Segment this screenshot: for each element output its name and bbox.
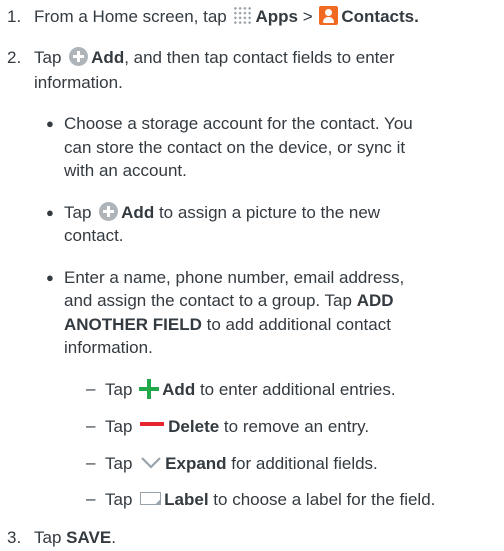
separator: >	[302, 7, 313, 26]
bullet-text: information.	[64, 338, 153, 357]
apps-grid-icon	[233, 6, 253, 26]
step-number: 3.	[7, 528, 22, 547]
bullet-text: can store the contact on the device, or …	[64, 138, 406, 157]
sub-text: to enter additional entries.	[199, 380, 396, 399]
instructions-page: { "steps": [ { "number": "1.", "text_a":…	[0, 0, 504, 551]
sub-text: Tap	[105, 454, 133, 473]
add-another-field-label: ADD	[356, 291, 394, 310]
sub-text: for additional fields.	[231, 454, 378, 473]
sub-text: Tap	[105, 380, 133, 399]
step-number: 2.	[7, 48, 22, 67]
add-circle-icon	[69, 47, 89, 67]
add-another-field-label: ANOTHER FIELD	[64, 315, 202, 334]
add-label: Add	[91, 48, 125, 67]
bullet-text-line: ANOTHER FIELD to add additional contact	[64, 315, 391, 335]
dash-symbol: –	[86, 379, 96, 398]
sub-text: to remove an entry.	[223, 417, 370, 436]
add-circle-icon	[99, 202, 119, 222]
bullet-symbol: ●	[46, 270, 54, 285]
bullet-text: contact.	[64, 226, 124, 245]
sub-text: to choose a label for the field.	[213, 490, 436, 509]
contacts-label: Contacts	[341, 7, 415, 26]
bullet-symbol: ●	[46, 205, 54, 220]
bullet-symbol: ●	[46, 116, 54, 131]
dash-symbol: –	[86, 489, 96, 508]
minus-icon	[140, 421, 165, 426]
label-label: Label	[164, 490, 209, 509]
step-text: , and then tap contact fields to enter	[124, 48, 395, 67]
bullet-text: Enter a name, phone number, email addres…	[64, 268, 405, 287]
sub-text: Tap	[105, 490, 133, 509]
step-text: Tap	[34, 528, 62, 547]
plus-icon	[139, 378, 160, 399]
add-label: Add	[121, 203, 155, 222]
chevron-down-icon	[141, 456, 161, 469]
bullet-text: to add additional contact	[206, 315, 391, 334]
bullet-text: with an account.	[64, 161, 187, 180]
bullet-text-line: and assign the contact to a group. Tap A…	[64, 291, 394, 311]
step-end: .	[414, 7, 419, 26]
add-label: Add	[162, 380, 196, 399]
expand-label: Expand	[165, 454, 227, 473]
bullet-text: Tap	[64, 203, 92, 222]
sub-text: Tap	[105, 417, 133, 436]
bullet-text: to assign a picture to the new	[158, 203, 381, 222]
bullet-text: and assign the contact to a group. Tap	[64, 291, 352, 310]
bullet-text: Choose a storage account for the contact…	[64, 114, 413, 133]
apps-label: Apps	[255, 7, 298, 26]
step-text: Tap	[34, 48, 62, 67]
step-text: From a Home screen, tap	[34, 7, 227, 26]
step-end: .	[111, 528, 116, 547]
step-number: 1.	[7, 7, 22, 26]
delete-label: Delete	[168, 417, 220, 436]
contacts-icon	[319, 6, 339, 26]
dash-symbol: –	[86, 453, 96, 472]
save-label: SAVE	[66, 528, 112, 547]
dash-symbol: –	[86, 416, 96, 435]
label-icon	[140, 492, 162, 506]
step-2-cont: information.	[34, 73, 123, 92]
